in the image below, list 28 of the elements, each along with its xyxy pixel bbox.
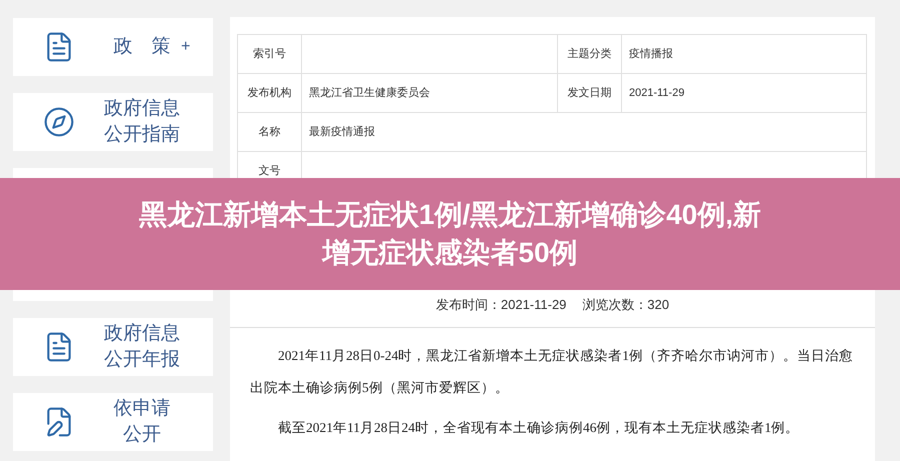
- view-count: 浏览次数：320: [582, 296, 670, 314]
- item-label: 公开: [123, 423, 161, 447]
- compass-icon: [43, 106, 75, 138]
- item-label: 政 策: [114, 35, 170, 59]
- sidebar-item[interactable]: 政府信息 公开年报: [13, 318, 213, 376]
- label-cell: 发布机构: [238, 74, 302, 113]
- sidebar-item[interactable]: 依申请 公开: [13, 393, 213, 451]
- item-label: 依申请: [114, 397, 170, 421]
- value-cell: 2021-11-29: [622, 74, 867, 113]
- value-cell: 最新疫情通报: [302, 113, 867, 152]
- article-paragraph: 截至2021年11月28日24时，全省现有本土确诊病例46例，现有本土无症状感染者1例。: [277, 418, 800, 436]
- plus-icon: +: [181, 35, 190, 59]
- item-label: 公开指南: [104, 123, 180, 147]
- value-cell: 疫情播报: [622, 35, 867, 74]
- item-label: 政府信息: [104, 322, 180, 346]
- label-cell: 发文日期: [558, 74, 622, 113]
- headline-text: 增无症状感染者50例: [322, 236, 578, 270]
- sidebar-item[interactable]: 政 策 +: [13, 18, 213, 76]
- headline-text: 黑龙江新增本土无症状1例/黑龙江新增确诊40例,新: [138, 198, 762, 232]
- article-paragraph: 2021年11月28日0-24时，黑龙江省新增本土无症状感染者1例（齐齐哈尔市讷河市）。当日治愈出院本土确诊病例5例（黑河市爱辉区）。: [250, 346, 854, 396]
- item-label: 政府信息: [104, 97, 180, 121]
- publish-date: 发布时间：2021-11-29: [436, 296, 566, 314]
- label-cell: 名称: [238, 113, 302, 152]
- label-cell: 主题分类: [558, 35, 622, 74]
- sidebar-item[interactable]: 政府信息 公开指南: [13, 93, 213, 151]
- value-cell: 黑龙江省卫生健康委员会: [302, 74, 558, 113]
- label-cell: 索引号: [238, 35, 302, 74]
- item-label: 公开年报: [104, 348, 180, 372]
